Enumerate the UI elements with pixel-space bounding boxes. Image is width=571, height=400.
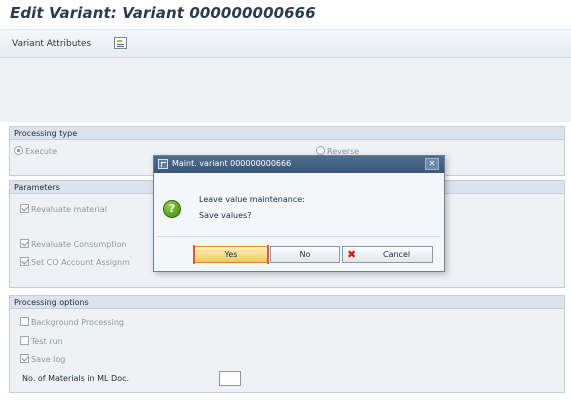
maintain-variant-dialog: Maint. variant 000000000666 ✕ ? Leave va… [153, 155, 445, 272]
page-header: Edit Variant: Variant 000000000666 [0, 0, 571, 30]
set-co-account-checkbox[interactable]: Set CO Account Assignm [20, 257, 130, 267]
background-processing-checkbox[interactable]: Background Processing [20, 317, 124, 327]
revaluate-material-label: Revaluate material [31, 205, 107, 214]
no-of-materials-label: No. of Materials in ML Doc. [22, 374, 130, 383]
dialog-message-line1: Leave value maintenance: [199, 195, 305, 204]
save-log-checkbox[interactable]: Save log [20, 354, 65, 364]
test-run-checkbox[interactable]: Test run [20, 336, 63, 346]
application-toolbar: Variant Attributes [0, 30, 571, 58]
variant-attributes-icon[interactable] [114, 37, 127, 49]
cancel-button[interactable]: ✖ Cancel [342, 246, 433, 263]
window-icon [158, 159, 168, 169]
dialog-message-line2: Save values? [199, 211, 252, 220]
background-processing-box[interactable] [20, 317, 29, 326]
dialog-title: Maint. variant 000000000666 [172, 159, 292, 168]
set-co-account-label: Set CO Account Assignm [31, 258, 130, 267]
yes-button[interactable]: Yes [193, 245, 269, 264]
execute-radio[interactable]: Execute [14, 146, 57, 156]
reverse-radio-button[interactable] [316, 146, 325, 155]
save-log-box[interactable] [20, 354, 29, 363]
close-icon[interactable]: ✕ [425, 158, 439, 170]
variant-attributes-button[interactable]: Variant Attributes [12, 39, 91, 49]
no-of-materials-input[interactable] [219, 371, 241, 386]
execute-label: Execute [25, 147, 57, 156]
processing-type-header: Processing type [10, 127, 564, 140]
dialog-divider [158, 236, 440, 237]
test-run-label: Test run [31, 337, 63, 346]
background-processing-label: Background Processing [31, 318, 124, 327]
processing-options-group: Processing options Background Processing… [9, 295, 565, 393]
cancel-icon: ✖ [347, 248, 357, 261]
processing-options-header: Processing options [10, 296, 564, 309]
save-log-label: Save log [31, 355, 66, 364]
revaluate-consumption-label: Revaluate Consumption [31, 240, 127, 249]
test-run-box[interactable] [20, 336, 29, 345]
cancel-label: Cancel [383, 250, 411, 259]
page-title: Edit Variant: Variant 000000000666 [10, 4, 316, 22]
set-co-account-box[interactable] [20, 257, 29, 266]
blank-area [0, 58, 571, 122]
dialog-titlebar: Maint. variant 000000000666 ✕ [154, 156, 444, 173]
revaluate-material-box[interactable] [20, 204, 29, 213]
revaluate-consumption-box[interactable] [20, 239, 29, 248]
no-button[interactable]: No [270, 246, 340, 263]
revaluate-material-checkbox[interactable]: Revaluate material [20, 204, 107, 214]
revaluate-consumption-checkbox[interactable]: Revaluate Consumption [20, 239, 127, 249]
question-icon: ? [163, 200, 181, 218]
execute-radio-button[interactable] [14, 146, 23, 155]
